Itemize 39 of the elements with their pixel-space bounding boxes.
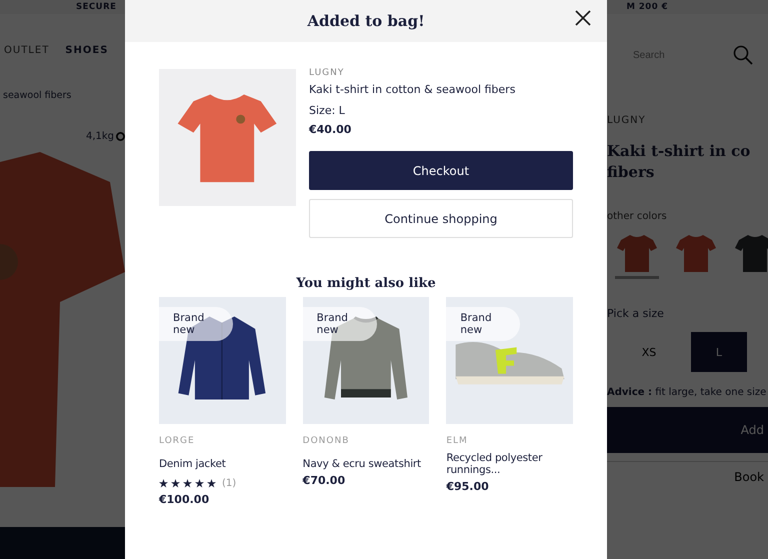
star-icon	[183, 479, 192, 488]
checkout-button[interactable]: Checkout	[309, 151, 573, 190]
review-count: (1)	[222, 478, 236, 490]
product-brand: ELM	[446, 436, 469, 446]
product-name: Kaki t-shirt in cotton & seawool fibers	[309, 83, 516, 96]
continue-shopping-button[interactable]: Continue shopping	[309, 199, 573, 238]
product-image[interactable]: Brand new	[159, 297, 286, 424]
product-title: Kaki t-shirt in co fibers	[607, 141, 752, 183]
modal-title: Added to bag!	[307, 12, 425, 30]
product-brand: LORGE	[159, 436, 196, 446]
product-name[interactable]: Recycled polyester runnings...	[446, 452, 574, 476]
product-image[interactable]: Brand new	[302, 297, 430, 424]
product-price: €70.00	[302, 474, 346, 488]
section-title: You might also like	[295, 276, 437, 291]
close-icon[interactable]	[575, 10, 591, 26]
new-badge: Brand new	[159, 307, 233, 342]
product-price: €100.00	[159, 493, 210, 506]
new-badge: Brand new	[446, 307, 520, 342]
star-icon	[207, 479, 216, 488]
product-price: €95.00	[446, 480, 490, 494]
colors-label: other colors	[607, 211, 668, 222]
weight-text: 4,1kg	[86, 131, 114, 142]
product-image[interactable]: Brand new	[446, 297, 574, 424]
product-brand: LUGNY	[309, 68, 346, 78]
new-badge: Brand new	[302, 307, 377, 342]
product-brand: LUGNY	[607, 115, 647, 126]
product-brand: DONONB	[302, 436, 350, 446]
star-icon	[195, 479, 204, 488]
size-label: Pick a size	[607, 307, 665, 320]
size-advice: Advice : fit large, take one size	[607, 386, 768, 399]
star-icon	[171, 479, 180, 488]
product-price: €40.00	[309, 123, 352, 136]
product-name[interactable]: Denim jacket	[159, 458, 286, 470]
product-size: Size: L	[309, 104, 346, 117]
banner-text: SECURE	[76, 2, 116, 12]
star-icon	[159, 479, 168, 488]
search-icon[interactable]	[733, 45, 753, 65]
product-name[interactable]: Navy & ecru sweatshirt	[302, 458, 430, 470]
banner-text: M 200 €	[626, 2, 668, 12]
